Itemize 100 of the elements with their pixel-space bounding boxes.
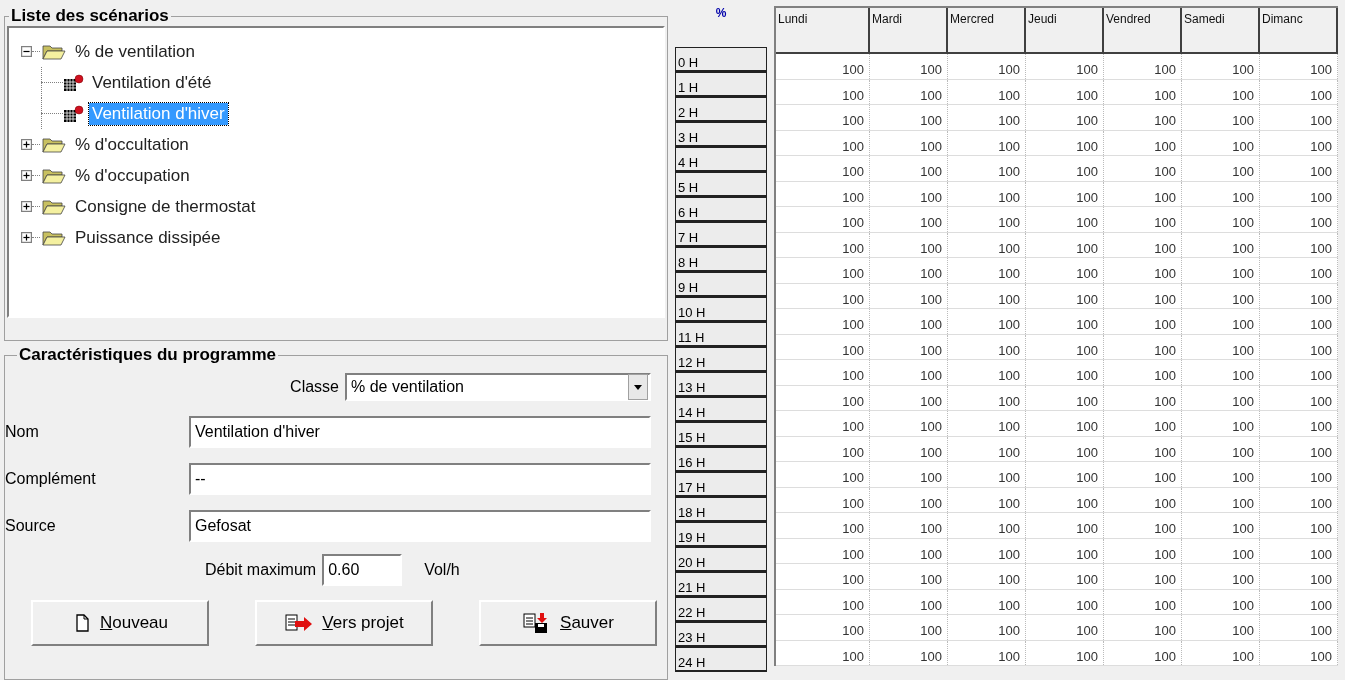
table-cell[interactable]: 100 [1260, 538, 1338, 563]
table-cell[interactable]: 100 [948, 411, 1026, 436]
table-cell[interactable]: 100 [776, 436, 870, 461]
table-cell[interactable]: 100 [1026, 640, 1104, 665]
hour-button[interactable]: 5 H [675, 172, 767, 197]
class-dropdown[interactable]: % de ventilation [345, 373, 651, 401]
table-cell[interactable]: 100 [948, 258, 1026, 283]
table-cell[interactable]: 100 [870, 640, 948, 665]
table-cell[interactable]: 100 [870, 538, 948, 563]
table-cell[interactable]: 100 [1026, 105, 1104, 130]
table-cell[interactable]: 100 [776, 207, 870, 232]
table-cell[interactable]: 100 [948, 156, 1026, 181]
hour-button[interactable]: 24 H [675, 647, 767, 672]
table-cell[interactable]: 100 [1026, 207, 1104, 232]
column-header[interactable]: Vendred [1104, 8, 1182, 52]
table-cell[interactable]: 100 [1182, 232, 1260, 257]
table-cell[interactable]: 100 [1260, 181, 1338, 206]
table-cell[interactable]: 100 [776, 385, 870, 410]
table-cell[interactable]: 100 [1026, 258, 1104, 283]
table-cell[interactable]: 100 [1104, 615, 1182, 640]
table-cell[interactable]: 100 [1260, 487, 1338, 512]
hour-button[interactable]: 1 H [675, 72, 767, 97]
table-cell[interactable]: 100 [776, 283, 870, 308]
table-cell[interactable]: 100 [776, 487, 870, 512]
hour-button[interactable]: 10 H [675, 297, 767, 322]
table-cell[interactable]: 100 [870, 130, 948, 155]
table-cell[interactable]: 100 [870, 54, 948, 79]
table-cell[interactable]: 100 [948, 207, 1026, 232]
table-cell[interactable]: 100 [1026, 564, 1104, 589]
table-cell[interactable]: 100 [776, 513, 870, 538]
table-cell[interactable]: 100 [870, 334, 948, 359]
hour-button[interactable]: 17 H [675, 472, 767, 497]
expand-icon[interactable] [21, 139, 32, 150]
table-cell[interactable]: 100 [948, 564, 1026, 589]
table-cell[interactable]: 100 [1182, 411, 1260, 436]
table-cell[interactable]: 100 [776, 181, 870, 206]
column-header[interactable]: Jeudi [1026, 8, 1104, 52]
table-cell[interactable]: 100 [776, 360, 870, 385]
table-cell[interactable]: 100 [948, 283, 1026, 308]
table-cell[interactable]: 100 [1182, 436, 1260, 461]
table-cell[interactable]: 100 [776, 54, 870, 79]
table-cell[interactable]: 100 [870, 615, 948, 640]
table-cell[interactable]: 100 [1104, 360, 1182, 385]
table-cell[interactable]: 100 [1104, 207, 1182, 232]
table-cell[interactable]: 100 [1104, 538, 1182, 563]
table-cell[interactable]: 100 [948, 79, 1026, 104]
table-cell[interactable]: 100 [1182, 54, 1260, 79]
table-cell[interactable]: 100 [776, 589, 870, 614]
table-cell[interactable]: 100 [1260, 258, 1338, 283]
table-cell[interactable]: 100 [1104, 105, 1182, 130]
table-cell[interactable]: 100 [870, 513, 948, 538]
table-cell[interactable]: 100 [776, 232, 870, 257]
text-field[interactable]: Ventilation d'hiver [189, 416, 651, 448]
table-cell[interactable]: 100 [1182, 156, 1260, 181]
table-cell[interactable]: 100 [1026, 487, 1104, 512]
table-cell[interactable]: 100 [948, 360, 1026, 385]
hour-button[interactable]: 11 H [675, 322, 767, 347]
expand-icon[interactable] [21, 201, 32, 212]
hour-button[interactable]: 23 H [675, 622, 767, 647]
table-cell[interactable]: 100 [870, 207, 948, 232]
table-cell[interactable]: 100 [776, 105, 870, 130]
table-cell[interactable]: 100 [1182, 589, 1260, 614]
column-header[interactable]: Mardi [870, 8, 948, 52]
table-cell[interactable]: 100 [1260, 207, 1338, 232]
expand-icon[interactable] [21, 170, 32, 181]
table-cell[interactable]: 100 [776, 615, 870, 640]
export-button[interactable]: Vers projet [255, 600, 433, 646]
table-cell[interactable]: 100 [1104, 589, 1182, 614]
table-cell[interactable]: 100 [1026, 334, 1104, 359]
table-cell[interactable]: 100 [1026, 589, 1104, 614]
table-cell[interactable]: 100 [1104, 283, 1182, 308]
table-cell[interactable]: 100 [948, 615, 1026, 640]
table-cell[interactable]: 100 [1182, 487, 1260, 512]
tree-item[interactable]: Consigne de thermostat [72, 195, 259, 218]
table-cell[interactable]: 100 [1026, 513, 1104, 538]
table-cell[interactable]: 100 [870, 105, 948, 130]
hour-button[interactable]: 9 H [675, 272, 767, 297]
table-cell[interactable]: 100 [948, 513, 1026, 538]
table-cell[interactable]: 100 [1182, 309, 1260, 334]
table-cell[interactable]: 100 [1260, 232, 1338, 257]
table-cell[interactable]: 100 [948, 589, 1026, 614]
table-cell[interactable]: 100 [1182, 258, 1260, 283]
table-cell[interactable]: 100 [1260, 411, 1338, 436]
table-cell[interactable]: 100 [1104, 181, 1182, 206]
table-cell[interactable]: 100 [1182, 385, 1260, 410]
table-cell[interactable]: 100 [1182, 538, 1260, 563]
column-header[interactable]: Mercred [948, 8, 1026, 52]
table-cell[interactable]: 100 [948, 309, 1026, 334]
save-button[interactable]: Sauver [479, 600, 657, 646]
table-cell[interactable]: 100 [1104, 564, 1182, 589]
table-cell[interactable]: 100 [1104, 334, 1182, 359]
table-cell[interactable]: 100 [1104, 462, 1182, 487]
table-cell[interactable]: 100 [1026, 181, 1104, 206]
hour-button[interactable]: 19 H [675, 522, 767, 547]
table-cell[interactable]: 100 [1104, 640, 1182, 665]
table-cell[interactable]: 100 [776, 156, 870, 181]
table-cell[interactable]: 100 [870, 283, 948, 308]
table-cell[interactable]: 100 [776, 258, 870, 283]
column-header[interactable]: Dimanc [1260, 8, 1338, 52]
hour-button[interactable]: 15 H [675, 422, 767, 447]
